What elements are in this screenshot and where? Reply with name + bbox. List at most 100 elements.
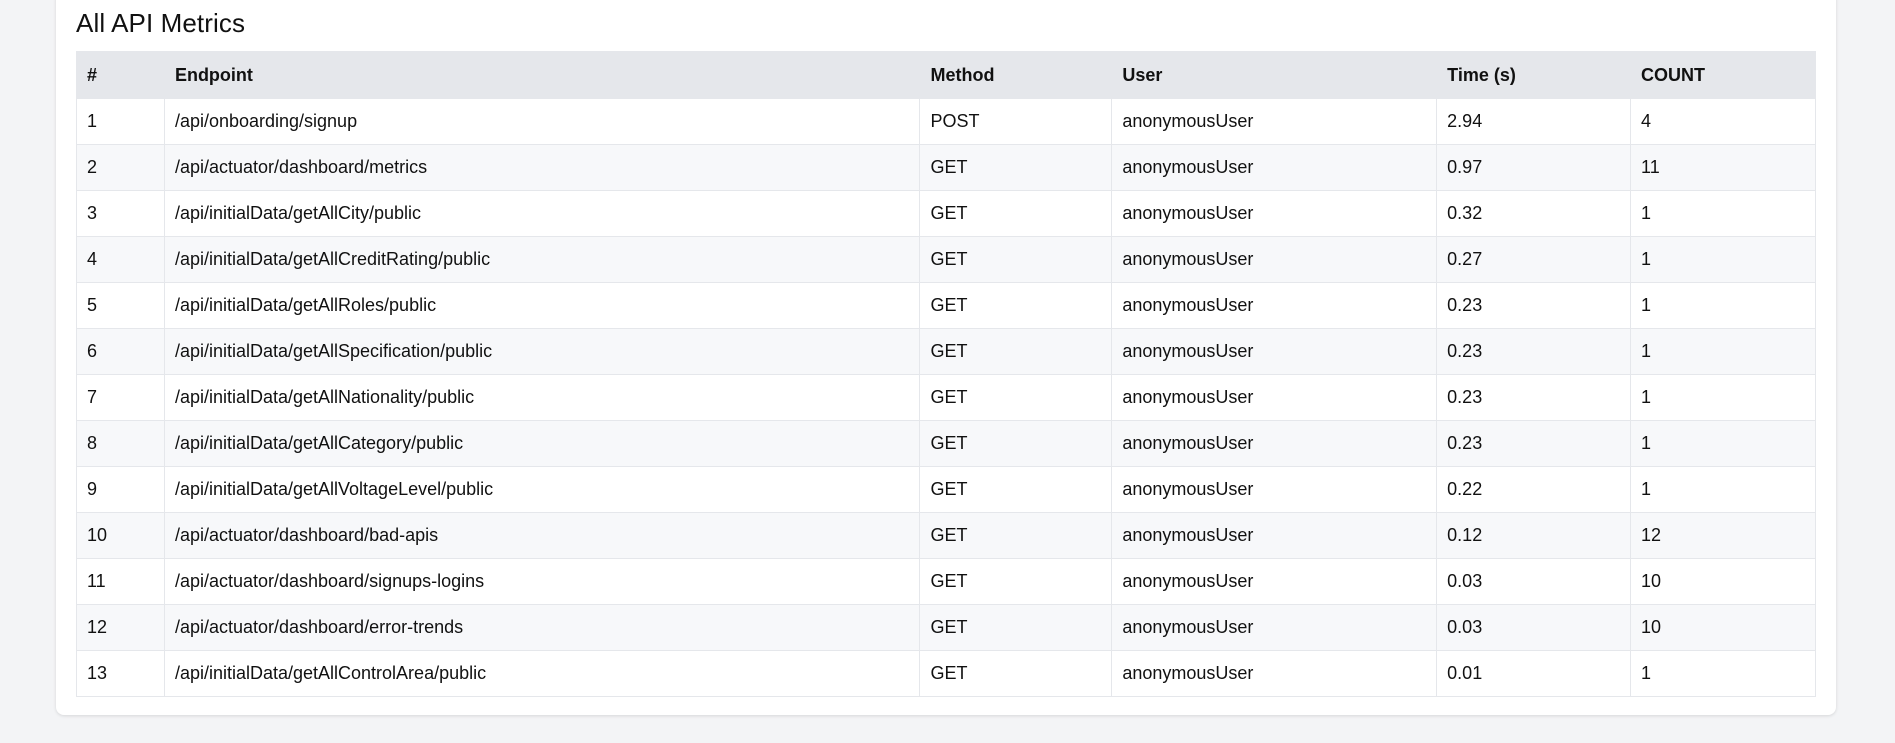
page-title: All API Metrics (76, 8, 246, 38)
cell-endpoint: /api/initialData/getAllSpecification/pub… (163, 328, 921, 375)
column-header-method: Method (919, 51, 1113, 99)
cell-user: anonymousUser (1111, 328, 1438, 375)
table-row: 10/api/actuator/dashboard/bad-apis GET ano… (76, 512, 1816, 559)
table-row: 12/api/actuator/dashboard/error-trends GE… (76, 604, 1816, 651)
cell-time: 0.27 (1436, 236, 1632, 283)
table-body: 1/api/onboarding/signup POST anonymousUser… (76, 98, 1816, 697)
cell-endpoint: /api/initialData/getAllCategory/public (163, 420, 921, 467)
column-header-time: Time (s) (1436, 51, 1632, 99)
cell-time: 0.12 (1436, 512, 1632, 559)
cell-index: 12 (76, 604, 165, 651)
cell-count: 1 (1630, 374, 1816, 421)
cell-method: GET (919, 144, 1113, 191)
cell-user: anonymousUser (1111, 558, 1438, 605)
cell-user: anonymousUser (1111, 98, 1438, 145)
cell-time: 0.23 (1436, 282, 1632, 329)
cell-index: 13 (76, 650, 165, 697)
header-row: # Endpoint Method User Time (s) COUNT (76, 51, 1816, 99)
cell-method: GET (919, 512, 1113, 559)
cell-index: 6 (76, 328, 165, 375)
table-row: 13/api/initialData/getAllControlArea/pub… (76, 650, 1816, 697)
cell-count: 12 (1630, 512, 1816, 559)
cell-method: GET (919, 282, 1113, 329)
cell-time: 0.97 (1436, 144, 1632, 191)
cell-count: 1 (1630, 328, 1816, 375)
cell-time: 0.22 (1436, 466, 1632, 513)
cell-time: 2.94 (1436, 98, 1632, 145)
cell-endpoint: /api/initialData/getAllCity/public (163, 190, 921, 237)
table-row: 1/api/onboarding/signup POST anonymousUser… (76, 98, 1816, 145)
cell-method: GET (919, 420, 1113, 467)
column-header-user: User (1111, 51, 1438, 99)
table-row: 8/api/initialData/getAllCategory/public G… (76, 420, 1816, 467)
cell-method: GET (919, 604, 1113, 651)
cell-count: 1 (1630, 420, 1816, 467)
cell-user: anonymousUser (1111, 604, 1438, 651)
cell-time: 0.03 (1436, 604, 1632, 651)
column-header-endpoint: Endpoint (163, 51, 921, 99)
cell-endpoint: /api/initialData/getAllRoles/public (163, 282, 921, 329)
cell-count: 10 (1630, 604, 1816, 651)
cell-endpoint: /api/onboarding/signup (163, 98, 921, 145)
column-header-count: COUNT (1630, 51, 1816, 99)
cell-index: 7 (76, 374, 165, 421)
cell-count: 10 (1630, 558, 1816, 605)
cell-count: 1 (1630, 466, 1816, 513)
cell-index: 5 (76, 282, 165, 329)
cell-method: GET (919, 190, 1113, 237)
cell-index: 9 (76, 466, 165, 513)
cell-endpoint: /api/actuator/dashboard/bad-apis (163, 512, 921, 559)
cell-endpoint: /api/initialData/getAllVoltageLevel/publ… (163, 466, 921, 513)
cell-method: POST (919, 98, 1113, 145)
cell-time: 0.23 (1436, 374, 1632, 421)
cell-count: 1 (1630, 650, 1816, 697)
cell-user: anonymousUser (1111, 374, 1438, 421)
cell-time: 0.32 (1436, 190, 1632, 237)
cell-method: GET (919, 374, 1113, 421)
cell-user: anonymousUser (1111, 190, 1438, 237)
cell-method: GET (919, 328, 1113, 375)
metrics-card: All API Metrics # Endpoint Method User T… (56, 0, 1836, 715)
cell-index: 10 (76, 512, 165, 559)
cell-endpoint: /api/initialData/getAllCreditRating/publ… (163, 236, 921, 283)
cell-count: 1 (1630, 236, 1816, 283)
table-row: 2/api/actuator/dashboard/metrics GET anony… (76, 144, 1816, 191)
cell-method: GET (919, 558, 1113, 605)
cell-count: 11 (1630, 144, 1816, 191)
cell-index: 1 (76, 98, 165, 145)
cell-time: 0.23 (1436, 420, 1632, 467)
cell-method: GET (919, 466, 1113, 513)
table-row: 11/api/actuator/dashboard/signups-logins… (76, 558, 1816, 605)
cell-endpoint: /api/initialData/getAllControlArea/publi… (163, 650, 921, 697)
cell-user: anonymousUser (1111, 512, 1438, 559)
cell-user: anonymousUser (1111, 466, 1438, 513)
cell-time: 0.03 (1436, 558, 1632, 605)
cell-method: GET (919, 236, 1113, 283)
cell-time: 0.01 (1436, 650, 1632, 697)
cell-index: 8 (76, 420, 165, 467)
cell-count: 1 (1630, 282, 1816, 329)
cell-user: anonymousUser (1111, 650, 1438, 697)
table-row: 3/api/initialData/getAllCity/public GET an… (76, 190, 1816, 237)
table-row: 7/api/initialData/getAllNationality/publ… (76, 374, 1816, 421)
table-row: 4/api/initialData/getAllCreditRating/pub… (76, 236, 1816, 283)
api-metrics-table: # Endpoint Method User Time (s) COUNT 1/… (76, 51, 1816, 697)
cell-user: anonymousUser (1111, 420, 1438, 467)
cell-user: anonymousUser (1111, 236, 1438, 283)
cell-count: 1 (1630, 190, 1816, 237)
cell-method: GET (919, 650, 1113, 697)
cell-endpoint: /api/actuator/dashboard/error-trends (163, 604, 921, 651)
cell-user: anonymousUser (1111, 282, 1438, 329)
cell-endpoint: /api/initialData/getAllNationality/publi… (163, 374, 921, 421)
cell-endpoint: /api/actuator/dashboard/signups-logins (163, 558, 921, 605)
cell-index: 4 (76, 236, 165, 283)
cell-index: 11 (76, 558, 165, 605)
table-header: # Endpoint Method User Time (s) COUNT (76, 51, 1816, 99)
cell-index: 3 (76, 190, 165, 237)
table-row: 9/api/initialData/getAllVoltageLevel/pub… (76, 466, 1816, 513)
cell-index: 2 (76, 144, 165, 191)
column-header-index: # (76, 51, 165, 99)
table-row: 5/api/initialData/getAllRoles/public GET a… (76, 282, 1816, 329)
cell-time: 0.23 (1436, 328, 1632, 375)
cell-endpoint: /api/actuator/dashboard/metrics (163, 144, 921, 191)
